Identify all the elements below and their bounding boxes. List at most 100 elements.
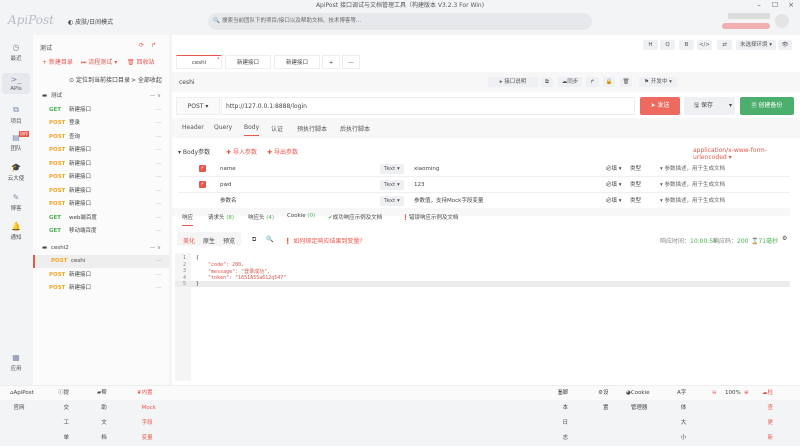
dtype-select[interactable]: 类型 <box>630 177 641 193</box>
list-item[interactable]: POST 查询 ··· <box>33 131 169 144</box>
more-icon[interactable]: ··· <box>156 198 161 211</box>
required-select[interactable]: 必填 ▾ <box>606 161 622 177</box>
rail-item-ambassador[interactable]: 🎓 云大使 <box>2 163 30 182</box>
url-input[interactable]: http://127.0.0.1:8888/login <box>221 97 635 115</box>
avatar[interactable] <box>775 14 789 28</box>
more-icon[interactable]: ··· <box>156 104 161 117</box>
export-params-button[interactable]: ✚ 导出参数 <box>267 147 298 156</box>
share-icon[interactable]: ↱ <box>586 77 599 87</box>
dtype-select[interactable]: 类型 <box>630 161 641 177</box>
more-icon[interactable]: ··· <box>156 269 161 282</box>
new-dir-button[interactable]: + 新建目录 <box>42 57 73 66</box>
req-tab[interactable]: 预执行脚本 <box>297 124 327 133</box>
search-input[interactable]: 🔍 搜索当前团队下的项目/接口以及帮助文档、技术博客等... <box>208 13 592 30</box>
param-type-select[interactable]: Text ▾ <box>380 164 404 174</box>
resp-tab[interactable]: ❗错误响应示例及文档 <box>402 213 458 221</box>
theme-toggle[interactable]: ◐ 皮肤/日间模式 <box>68 17 113 26</box>
view-option[interactable]: 原生 <box>203 236 215 245</box>
param-type-select[interactable]: Text ▾ <box>380 196 404 206</box>
list-item[interactable]: GET 新建接口 ··· <box>33 104 169 117</box>
toolbar-b-button[interactable]: B <box>679 40 694 50</box>
tab-0[interactable]: ceshi • <box>176 55 222 69</box>
more-tabs-button[interactable]: — <box>342 55 360 69</box>
list-item[interactable]: POST 新建接口 ··· <box>33 198 169 211</box>
share-icon[interactable]: ↱ <box>151 42 156 49</box>
save-button[interactable]: 🖫 保存 ▾ <box>684 97 735 115</box>
flow-test-button[interactable]: ⏭ 流程测试 ▾ <box>81 57 117 67</box>
ticket-link[interactable]: ⓘ 提交工单 <box>58 386 69 441</box>
maximize-button[interactable]: ☐ <box>768 0 782 11</box>
view-option[interactable]: 预览 <box>223 236 235 245</box>
rail-item-apps[interactable]: ▦ 应用 <box>2 353 30 372</box>
zoom-out-icon[interactable]: ⊖ <box>712 386 717 401</box>
rail-item-team[interactable]: ▤ 团队 协作 <box>2 131 30 152</box>
resp-tab[interactable]: ✔成功响应示例及文档 <box>328 213 382 221</box>
list-item[interactable]: POST 新建接口 ··· <box>33 269 169 282</box>
log-link[interactable]: 🗎 脚本日志 <box>558 386 568 441</box>
more-icon[interactable]: ··· <box>156 255 161 268</box>
eye-icon[interactable]: 👁 <box>778 40 792 50</box>
req-tab[interactable]: Body <box>244 124 260 136</box>
resp-tab[interactable]: 响应 <box>182 213 194 226</box>
update-link[interactable]: ☁ 检查更新 <box>762 386 773 441</box>
view-option[interactable]: 美化 <box>183 236 195 245</box>
rail-item-notify[interactable]: 🔔 通知 <box>2 222 30 241</box>
method-select[interactable]: POST ▾ <box>176 97 220 115</box>
req-tab[interactable]: Header <box>182 124 204 131</box>
mock-link[interactable]: ❦ 内置Mock字段变量 <box>137 386 156 441</box>
more-icon[interactable]: ··· <box>156 185 161 198</box>
search-icon[interactable]: 🔍 <box>266 236 273 243</box>
settings-link[interactable]: ⚙ 设置 <box>598 386 608 411</box>
env-select[interactable]: 未选择环境 ▾ <box>736 40 776 50</box>
zoom-in-icon[interactable]: ⊕ <box>744 386 749 401</box>
param-type-select[interactable]: Text ▾ <box>380 180 404 190</box>
close-button[interactable]: × <box>784 0 798 11</box>
rail-item-apis[interactable]: >_ APIs <box>2 73 30 94</box>
resp-tab[interactable]: 请求头 (8) <box>208 213 234 221</box>
resp-tab[interactable]: Cookie (0) <box>287 213 315 219</box>
resp-tab[interactable]: 响应头 (4) <box>248 213 274 221</box>
more-icon[interactable]: ··· <box>156 117 161 130</box>
trash-icon[interactable]: 🗑 <box>620 77 632 87</box>
param-key-input[interactable]: name <box>220 161 236 177</box>
status-select[interactable]: ⚑ 开发中 ▾ <box>639 77 677 87</box>
sync-button[interactable]: ☁同步 <box>558 77 582 87</box>
req-tab[interactable]: 后执行脚本 <box>340 124 370 133</box>
import-params-button[interactable]: ✚ 导入参数 <box>226 147 257 156</box>
tab-2[interactable]: 新建接口 <box>274 55 320 69</box>
folder[interactable]: ▬ ceshi2 — ∨ <box>33 242 169 255</box>
param-value-input[interactable]: xiaoming <box>414 161 439 177</box>
list-item[interactable]: POST 新建接口 ··· <box>33 158 169 171</box>
param-desc-input[interactable]: ▾ 参数描述，用于生成文档 <box>660 161 725 177</box>
content-type-select[interactable]: application/x-www-form-urlencoded ▾ <box>693 147 800 161</box>
param-value-input[interactable]: 123 <box>414 177 425 193</box>
recycle-button[interactable]: 🗑 回收站 <box>127 57 155 66</box>
chevron-down-icon[interactable]: ▾ <box>729 97 732 115</box>
dtype-select[interactable]: 类型 <box>630 193 641 209</box>
backup-button[interactable]: 🗎 创建备份 <box>740 97 794 115</box>
more-icon[interactable]: ··· <box>156 212 161 225</box>
rail-item-project[interactable]: ⧉ 项目 <box>2 105 30 125</box>
param-value-input[interactable]: 参数值，支持Mock字段变量 <box>414 193 483 209</box>
toolbar-fmt-button[interactable]: ⇄ <box>717 40 732 50</box>
chevron-down-icon[interactable]: — ∨ <box>150 242 161 255</box>
list-item[interactable]: POST 新建接口 ··· <box>33 144 169 157</box>
list-item[interactable]: POST ceshi ··· <box>33 255 169 268</box>
more-icon[interactable]: ··· <box>156 131 161 144</box>
folder[interactable]: ▬ 测试 — ∨ <box>33 90 169 103</box>
req-tab[interactable]: Query <box>214 124 232 131</box>
more-icon[interactable]: ··· <box>156 144 161 157</box>
checkbox[interactable]: ✓ <box>199 181 206 188</box>
minimize-button[interactable]: – <box>752 0 766 11</box>
toolbar-q-button[interactable]: Q <box>660 40 675 50</box>
lock-icon[interactable]: 🔒 <box>603 77 615 87</box>
param-desc-input[interactable]: ▾ 参数描述，用于生成文档 <box>660 193 725 209</box>
add-tab-button[interactable]: + <box>322 55 340 69</box>
gear-icon[interactable]: ⚙ <box>782 235 787 242</box>
param-key-input[interactable]: 参数名 <box>220 193 237 209</box>
copy-icon[interactable]: ⧉ <box>252 236 256 244</box>
send-button[interactable]: ➤ 发送 <box>640 97 680 115</box>
more-icon[interactable]: ··· <box>156 158 161 171</box>
param-key-input[interactable]: pwd <box>220 177 231 193</box>
toolbar-code-button[interactable]: </> <box>697 40 712 50</box>
